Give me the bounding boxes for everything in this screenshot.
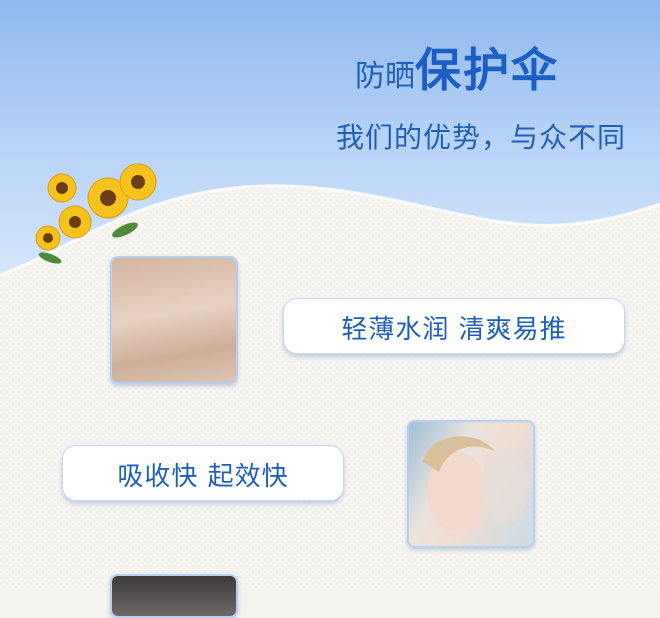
sunflower-decoration [35, 163, 157, 264]
face-photo [407, 420, 535, 548]
title-big: 保护伞 [415, 43, 559, 97]
feature-pill-hydrating: 轻薄水润 清爽易推 [283, 298, 625, 354]
feature-pill-absorb: 吸收快 起效快 [62, 445, 344, 501]
page-title: 防晒保护伞 [355, 34, 559, 100]
feature-label: 吸收快 起效快 [117, 462, 289, 492]
paper-wave [0, 184, 660, 590]
title-small: 防晒 [355, 59, 415, 94]
page-subtitle: 我们的优势，与众不同 [336, 121, 627, 154]
skin-photo [110, 256, 238, 384]
feature-label: 轻薄水润 清爽易推 [341, 315, 567, 345]
bottom-photo [110, 574, 238, 618]
face-illustration [423, 436, 529, 532]
